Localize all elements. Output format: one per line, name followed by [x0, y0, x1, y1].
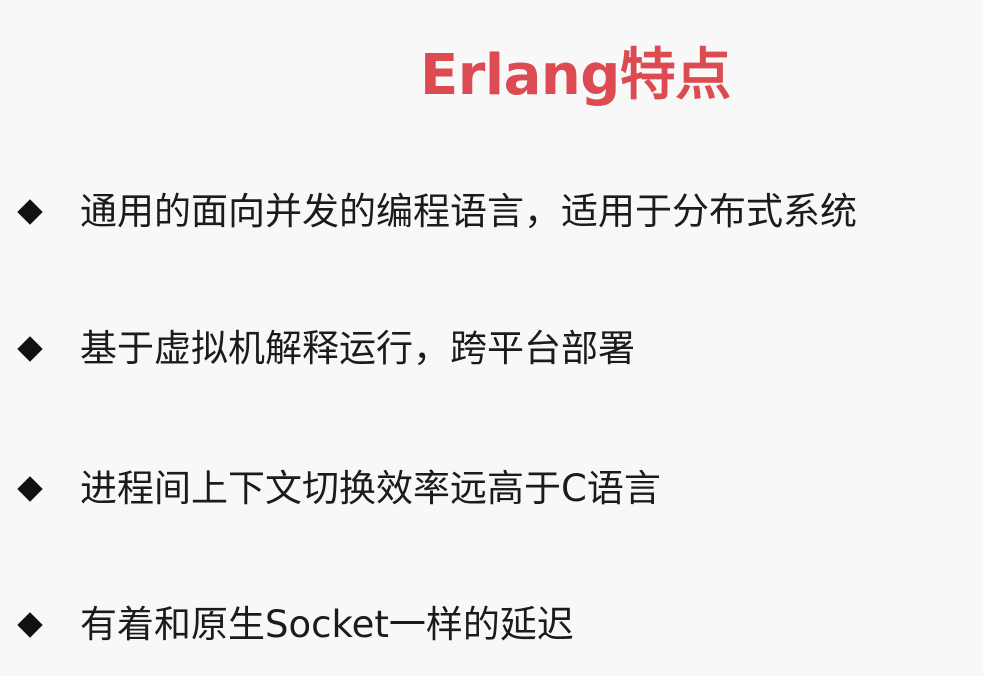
diamond-bullet-icon	[18, 337, 42, 361]
bullet-item: 进程间上下文切换效率远高于C语言	[18, 467, 661, 511]
bullet-item: 通用的面向并发的编程语言，适用于分布式系统	[18, 190, 857, 234]
bullet-text: 基于虚拟机解释运行，跨平台部署	[80, 327, 635, 370]
diamond-bullet-icon	[18, 477, 42, 501]
diamond-bullet-icon	[18, 200, 42, 224]
slide: Erlang特点 通用的面向并发的编程语言，适用于分布式系统 基于虚拟机解释运行…	[0, 0, 983, 676]
bullet-text: 有着和原生Socket一样的延迟	[80, 603, 574, 646]
bullet-item: 有着和原生Socket一样的延迟	[18, 603, 574, 647]
slide-title: Erlang特点	[420, 43, 731, 108]
bullet-text: 通用的面向并发的编程语言，适用于分布式系统	[80, 190, 857, 233]
diamond-bullet-icon	[18, 613, 42, 637]
bullet-text: 进程间上下文切换效率远高于C语言	[80, 467, 661, 510]
bullet-item: 基于虚拟机解释运行，跨平台部署	[18, 327, 635, 371]
